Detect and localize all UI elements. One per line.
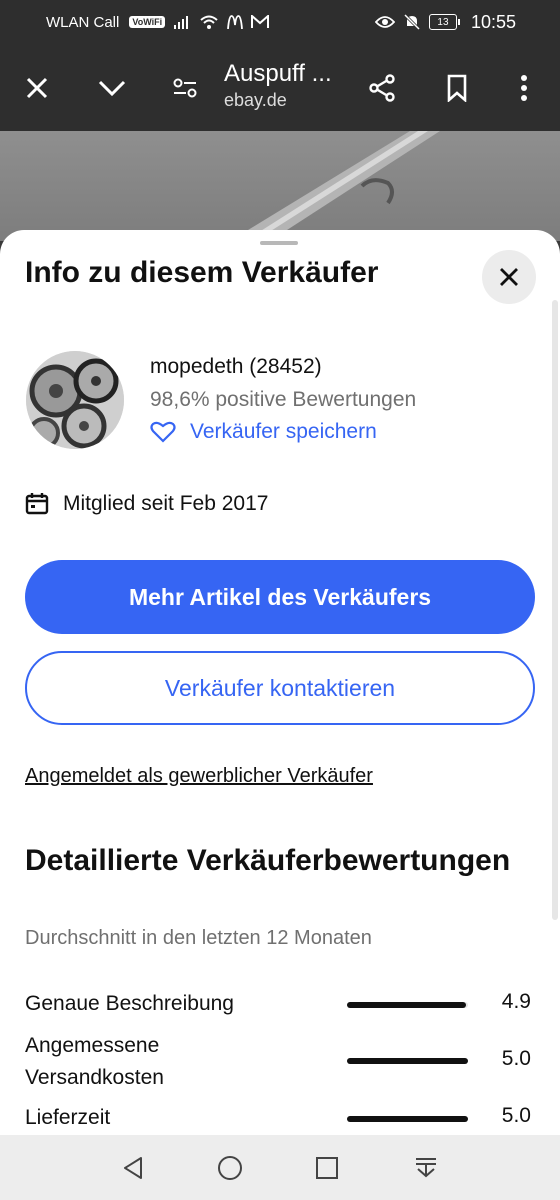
rating-value: 5.0 [501,1104,531,1127]
close-tab-button[interactable] [7,44,67,131]
share-icon [369,73,395,102]
seller-name[interactable]: mopedeth (28452) [150,355,322,379]
rating-row: Genaue Beschreibung 4.9 [25,988,535,1022]
minimize-button[interactable] [82,44,142,131]
share-button[interactable] [352,44,412,131]
battery-icon: 13 [428,14,460,30]
rating-label: Genaue Beschreibung [25,992,234,1015]
save-seller-button[interactable]: Verkäufer speichern [150,420,377,444]
close-icon [500,268,518,286]
tune-icon [173,78,197,97]
gmail-icon [251,15,270,28]
save-seller-label: Verkäufer speichern [190,420,377,443]
status-bar: WLAN Call VoWiFi 13 10:55 [0,0,560,44]
business-seller-link[interactable]: Angemeldet als gewerblicher Verkäufer [25,765,373,788]
rating-bar [347,1058,468,1064]
more-items-button[interactable]: Mehr Artikel des Verkäufers [25,560,535,634]
more-vert-icon [521,74,527,101]
rating-bar [347,1002,468,1008]
rating-row: Angemessene Versandkosten 5.0 [25,1030,535,1094]
back-triangle-icon [124,1156,142,1179]
close-sheet-button[interactable] [482,250,536,304]
status-right: 13 10:55 [374,11,516,33]
close-icon [26,77,48,98]
bookmark-button[interactable] [427,44,487,131]
nav-back-button[interactable] [103,1135,163,1200]
seller-avatar[interactable] [26,351,124,449]
system-nav-bar [0,1135,560,1200]
page-domain: ebay.de [224,90,287,110]
wifi-icon [200,15,218,29]
sheet-title: Info zu diesem Verkäufer [25,256,379,289]
eye-icon [374,16,395,28]
rating-row: Lieferzeit 5.0 [25,1102,535,1135]
signal-icon [174,16,189,29]
more-menu-button[interactable] [494,44,554,131]
chevron-down-icon [98,80,126,96]
seller-info-sheet: Info zu diesem Verkäufer mopedeth (28452… [0,230,560,1135]
clock: 10:55 [470,11,516,32]
page-title-area[interactable]: Auspuff ... ebay.de [224,60,354,111]
rating-value: 4.9 [501,990,531,1013]
rating-label: Angemessene Versandkosten [25,1034,164,1089]
ratings-section-title: Detaillierte Verkäuferbewertungen [25,844,511,877]
seller-positive-rating: 98,6% positive Bewertungen [150,388,417,411]
member-since: Mitglied seit Feb 2017 [25,492,268,516]
carrier-text: WLAN Call [46,13,120,31]
status-left: WLAN Call VoWiFi [46,13,270,31]
product-image-background [0,131,560,241]
nav-notifications-button[interactable] [396,1135,456,1200]
bell-muted-icon [403,13,421,31]
ratings-section-subtitle: Durchschnitt in den letzten 12 Monaten [25,927,372,949]
mcdonalds-icon [227,15,244,29]
rating-bar [347,1116,468,1122]
pull-down-icon [416,1157,436,1177]
scrollbar[interactable] [552,300,558,920]
rating-bar-fill [347,1058,468,1064]
nav-home-button[interactable] [200,1135,260,1200]
drag-handle[interactable] [260,241,298,245]
heart-icon [150,421,176,443]
page-title: Auspuff ... [224,60,332,87]
rating-value: 5.0 [501,1047,531,1070]
home-circle-icon [218,1155,242,1180]
contact-seller-button[interactable]: Verkäufer kontaktieren [25,651,535,725]
bookmark-icon [447,74,467,102]
browser-toolbar: Auspuff ... ebay.de [0,44,560,131]
vowifi-badge: VoWiFi [129,16,166,28]
rating-bar-fill [347,1002,466,1008]
page-info-button[interactable] [155,44,215,131]
nav-recents-button[interactable] [297,1135,357,1200]
recents-square-icon [316,1156,338,1179]
rating-label: Lieferzeit [25,1106,111,1129]
member-since-text: Mitglied seit Feb 2017 [63,492,269,515]
rating-bar-fill [347,1116,468,1122]
calendar-icon [25,493,49,515]
